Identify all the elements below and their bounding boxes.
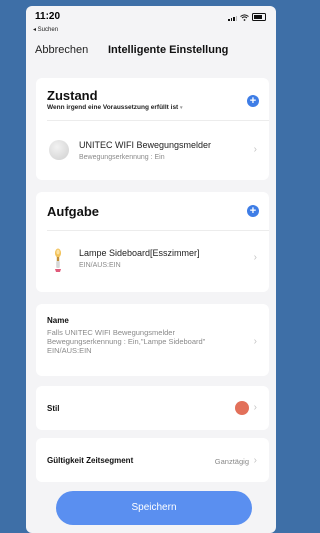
add-task-button[interactable]: + xyxy=(247,205,259,217)
status-time: 11:20 xyxy=(35,11,61,22)
condition-item[interactable]: UNITEC WIFI Bewegungsmelder Bewegungserk… xyxy=(36,120,269,180)
page-title: Intelligente Einstellung xyxy=(108,44,229,56)
chevron-right-icon: › xyxy=(253,144,257,155)
task-item-title: Lampe Sideboard[Esszimmer] xyxy=(79,248,200,258)
condition-item-title: UNITEC WIFI Bewegungsmelder xyxy=(79,140,212,150)
task-item[interactable]: Lampe Sideboard[Esszimmer] EIN/AUS:EIN › xyxy=(36,230,269,292)
signal-icon xyxy=(228,16,237,21)
wifi-icon xyxy=(240,14,249,21)
add-condition-button[interactable]: + xyxy=(247,95,259,107)
name-card[interactable]: Name Falls UNITEC WIFI Bewegungsmelder B… xyxy=(36,304,269,376)
condition-subtitle[interactable]: Wenn irgend eine Voraussetzung erfüllt i… xyxy=(47,104,183,111)
task-card: Aufgabe + Lampe Sideboard[Esszimmer] EIN… xyxy=(36,192,269,292)
validity-card[interactable]: Gültigkeit Zeitsegment Ganztägig › xyxy=(36,438,269,482)
cancel-button[interactable]: Abbrechen xyxy=(35,44,88,56)
name-value: Falls UNITEC WIFI Bewegungsmelder Bewegu… xyxy=(47,328,206,355)
chevron-right-icon: › xyxy=(253,402,257,413)
chevron-right-icon: › xyxy=(253,336,257,347)
status-icons xyxy=(228,13,266,21)
style-color-dot xyxy=(235,401,249,415)
style-card[interactable]: Stil › xyxy=(36,386,269,430)
condition-item-subtitle: Bewegungserkennung : Ein xyxy=(79,154,165,161)
battery-icon xyxy=(252,13,266,21)
phone-screen: 11:20 ◂ Suchen Abbrechen Intelligente Ei… xyxy=(26,6,276,533)
save-button[interactable]: Speichern xyxy=(56,491,252,525)
validity-label: Gültigkeit Zeitsegment xyxy=(47,456,134,465)
nav-bar: Abbrechen Intelligente Einstellung xyxy=(26,42,276,62)
lamp-icon xyxy=(55,248,61,272)
task-title: Aufgabe xyxy=(47,204,99,219)
motion-sensor-icon xyxy=(49,140,69,160)
name-label: Name xyxy=(47,316,69,325)
validity-value: Ganztägig xyxy=(214,457,249,466)
style-label: Stil xyxy=(47,404,60,413)
status-bar: 11:20 ◂ Suchen xyxy=(26,6,276,33)
condition-subtitle-text: Wenn irgend eine Voraussetzung erfüllt i… xyxy=(47,104,179,111)
condition-card: Zustand Wenn irgend eine Voraussetzung e… xyxy=(36,78,269,180)
chevron-right-icon: › xyxy=(253,455,257,466)
chevron-right-icon: › xyxy=(253,252,257,263)
task-item-subtitle: EIN/AUS:EIN xyxy=(79,262,121,269)
caret-down-icon: ▾ xyxy=(180,105,183,111)
condition-title: Zustand xyxy=(47,88,98,103)
back-to-app-link[interactable]: ◂ Suchen xyxy=(33,26,58,33)
